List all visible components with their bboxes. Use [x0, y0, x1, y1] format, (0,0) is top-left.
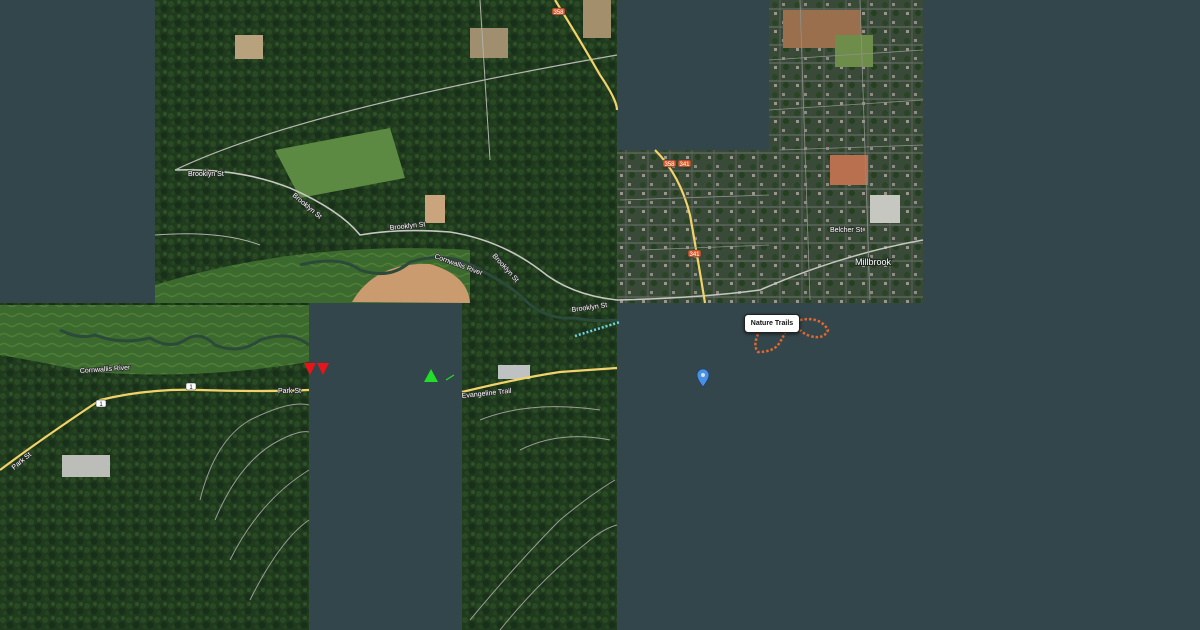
building-2	[62, 455, 110, 477]
nature-trails-popup[interactable]: Nature Trails	[744, 314, 800, 333]
route-shield: 341	[677, 159, 692, 168]
route-shield-label: 358	[664, 162, 675, 168]
lot-clearing	[235, 35, 263, 59]
route-shield-label: 358	[553, 10, 564, 16]
green-trail-segment	[445, 374, 455, 381]
building	[870, 195, 900, 223]
road-label: Park St	[278, 388, 301, 395]
place-label: Millbrook	[855, 257, 892, 267]
route-shield: 341	[687, 249, 702, 258]
route-shield: 358	[551, 7, 566, 16]
route-shield: 1	[95, 399, 107, 408]
building-3	[498, 365, 530, 379]
red-triangle-marker[interactable]	[317, 363, 329, 375]
route-shield: 358	[662, 159, 677, 168]
road-label: Belcher St	[830, 227, 862, 234]
route-shield-label: 341	[679, 162, 690, 168]
route-shield: 1	[185, 382, 197, 391]
lot-orange	[830, 155, 868, 185]
map-canvas[interactable]: Brooklyn St Brooklyn St Brooklyn St Broo…	[0, 0, 1200, 630]
popup-label: Nature Trails	[750, 320, 794, 327]
lot-clearing-2	[583, 0, 611, 38]
farm-field-green	[835, 35, 873, 67]
route-shield-label: 341	[689, 252, 700, 258]
green-triangle-marker[interactable]	[424, 369, 438, 382]
lot-clearing-4	[425, 195, 445, 223]
road-label: Brooklyn St	[188, 171, 224, 178]
map-pin-icon[interactable]	[696, 368, 710, 388]
lot-clearing-3	[470, 28, 508, 58]
tile-south-center	[462, 303, 617, 630]
